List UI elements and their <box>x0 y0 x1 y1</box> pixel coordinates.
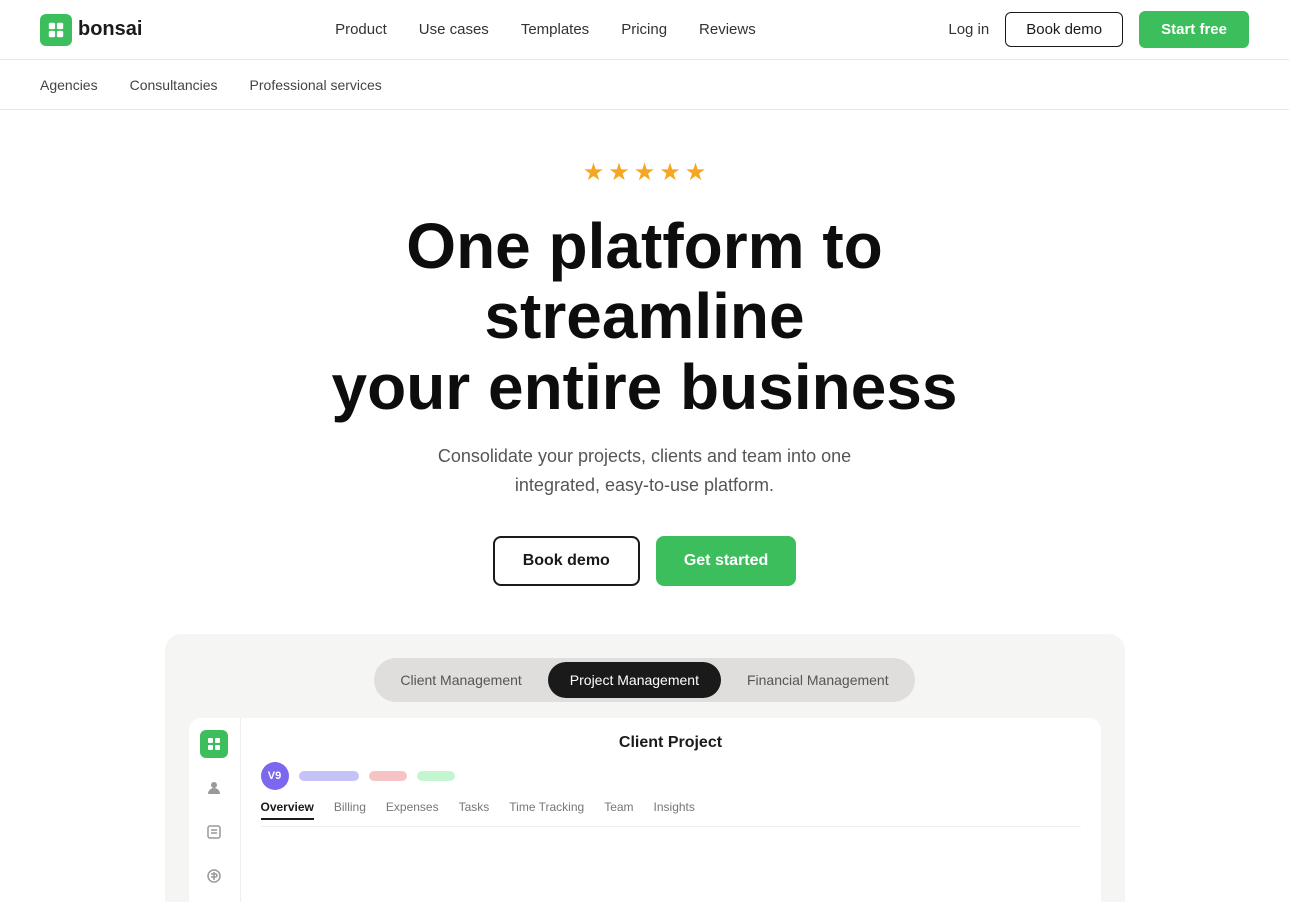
secondary-nav-professional-services[interactable]: Professional services <box>250 77 382 93</box>
app-row: V9 <box>261 762 1081 790</box>
pill-green <box>417 771 455 781</box>
nav-use-cases[interactable]: Use cases <box>419 21 489 38</box>
sidebar-icon-finance[interactable] <box>200 862 228 890</box>
nav-right: Log in Book demo Start free <box>948 11 1249 48</box>
get-started-button[interactable]: Get started <box>656 536 796 586</box>
logo-text: bonsai <box>78 18 142 41</box>
hero-title: One platform to streamline your entire b… <box>265 211 1025 422</box>
app-tab-overview[interactable]: Overview <box>261 800 314 820</box>
secondary-nav-agencies[interactable]: Agencies <box>40 77 98 93</box>
pill-blue <box>299 771 359 781</box>
sidebar-icon-projects[interactable] <box>200 818 228 846</box>
app-project-title: Client Project <box>261 734 1081 752</box>
app-tab-billing[interactable]: Billing <box>334 800 366 820</box>
app-sidebar <box>189 718 241 902</box>
sidebar-icon-home[interactable] <box>200 730 228 758</box>
tab-project-management[interactable]: Project Management <box>548 662 721 698</box>
app-preview: Client Project V9 Overview Billing Expen… <box>189 718 1101 902</box>
demo-container: Client Management Project Management Fin… <box>165 634 1125 902</box>
book-demo-button-hero[interactable]: Book demo <box>493 536 640 586</box>
star-5: ★ <box>685 158 707 187</box>
app-tab-insights[interactable]: Insights <box>654 800 695 820</box>
secondary-nav-consultancies[interactable]: Consultancies <box>130 77 218 93</box>
app-tab-time-tracking[interactable]: Time Tracking <box>509 800 584 820</box>
hero-buttons: Book demo Get started <box>493 536 797 586</box>
pill-pink <box>369 771 407 781</box>
app-tab-tasks[interactable]: Tasks <box>459 800 490 820</box>
login-button[interactable]: Log in <box>948 21 989 38</box>
nav-links: Product Use cases Templates Pricing Revi… <box>335 21 756 38</box>
app-main-content: Client Project V9 Overview Billing Expen… <box>241 718 1101 902</box>
hero-subtitle: Consolidate your projects, clients and t… <box>425 442 865 500</box>
star-4: ★ <box>659 158 681 187</box>
tab-financial-management[interactable]: Financial Management <box>725 662 911 698</box>
start-free-button[interactable]: Start free <box>1139 11 1249 48</box>
star-3: ★ <box>634 158 656 187</box>
app-tab-team[interactable]: Team <box>604 800 633 820</box>
app-tab-expenses[interactable]: Expenses <box>386 800 439 820</box>
nav-reviews[interactable]: Reviews <box>699 21 756 38</box>
tab-client-management[interactable]: Client Management <box>378 662 543 698</box>
hero-section: ★ ★ ★ ★ ★ One platform to streamline you… <box>0 110 1289 902</box>
logo[interactable]: bonsai <box>40 14 142 46</box>
logo-icon <box>40 14 72 46</box>
star-2: ★ <box>608 158 630 187</box>
main-nav: bonsai Product Use cases Templates Prici… <box>0 0 1289 60</box>
secondary-nav: Agencies Consultancies Professional serv… <box>0 60 1289 110</box>
star-rating: ★ ★ ★ ★ ★ <box>583 158 707 187</box>
demo-section: Client Management Project Management Fin… <box>165 634 1125 902</box>
avatar: V9 <box>261 762 289 790</box>
app-nav-tabs: Overview Billing Expenses Tasks Time Tra… <box>261 800 1081 827</box>
nav-pricing[interactable]: Pricing <box>621 21 667 38</box>
demo-tabs: Client Management Project Management Fin… <box>374 658 914 702</box>
book-demo-button-nav[interactable]: Book demo <box>1005 12 1123 47</box>
star-1: ★ <box>583 158 605 187</box>
nav-templates[interactable]: Templates <box>521 21 589 38</box>
sidebar-icon-contacts[interactable] <box>200 774 228 802</box>
nav-product[interactable]: Product <box>335 21 387 38</box>
